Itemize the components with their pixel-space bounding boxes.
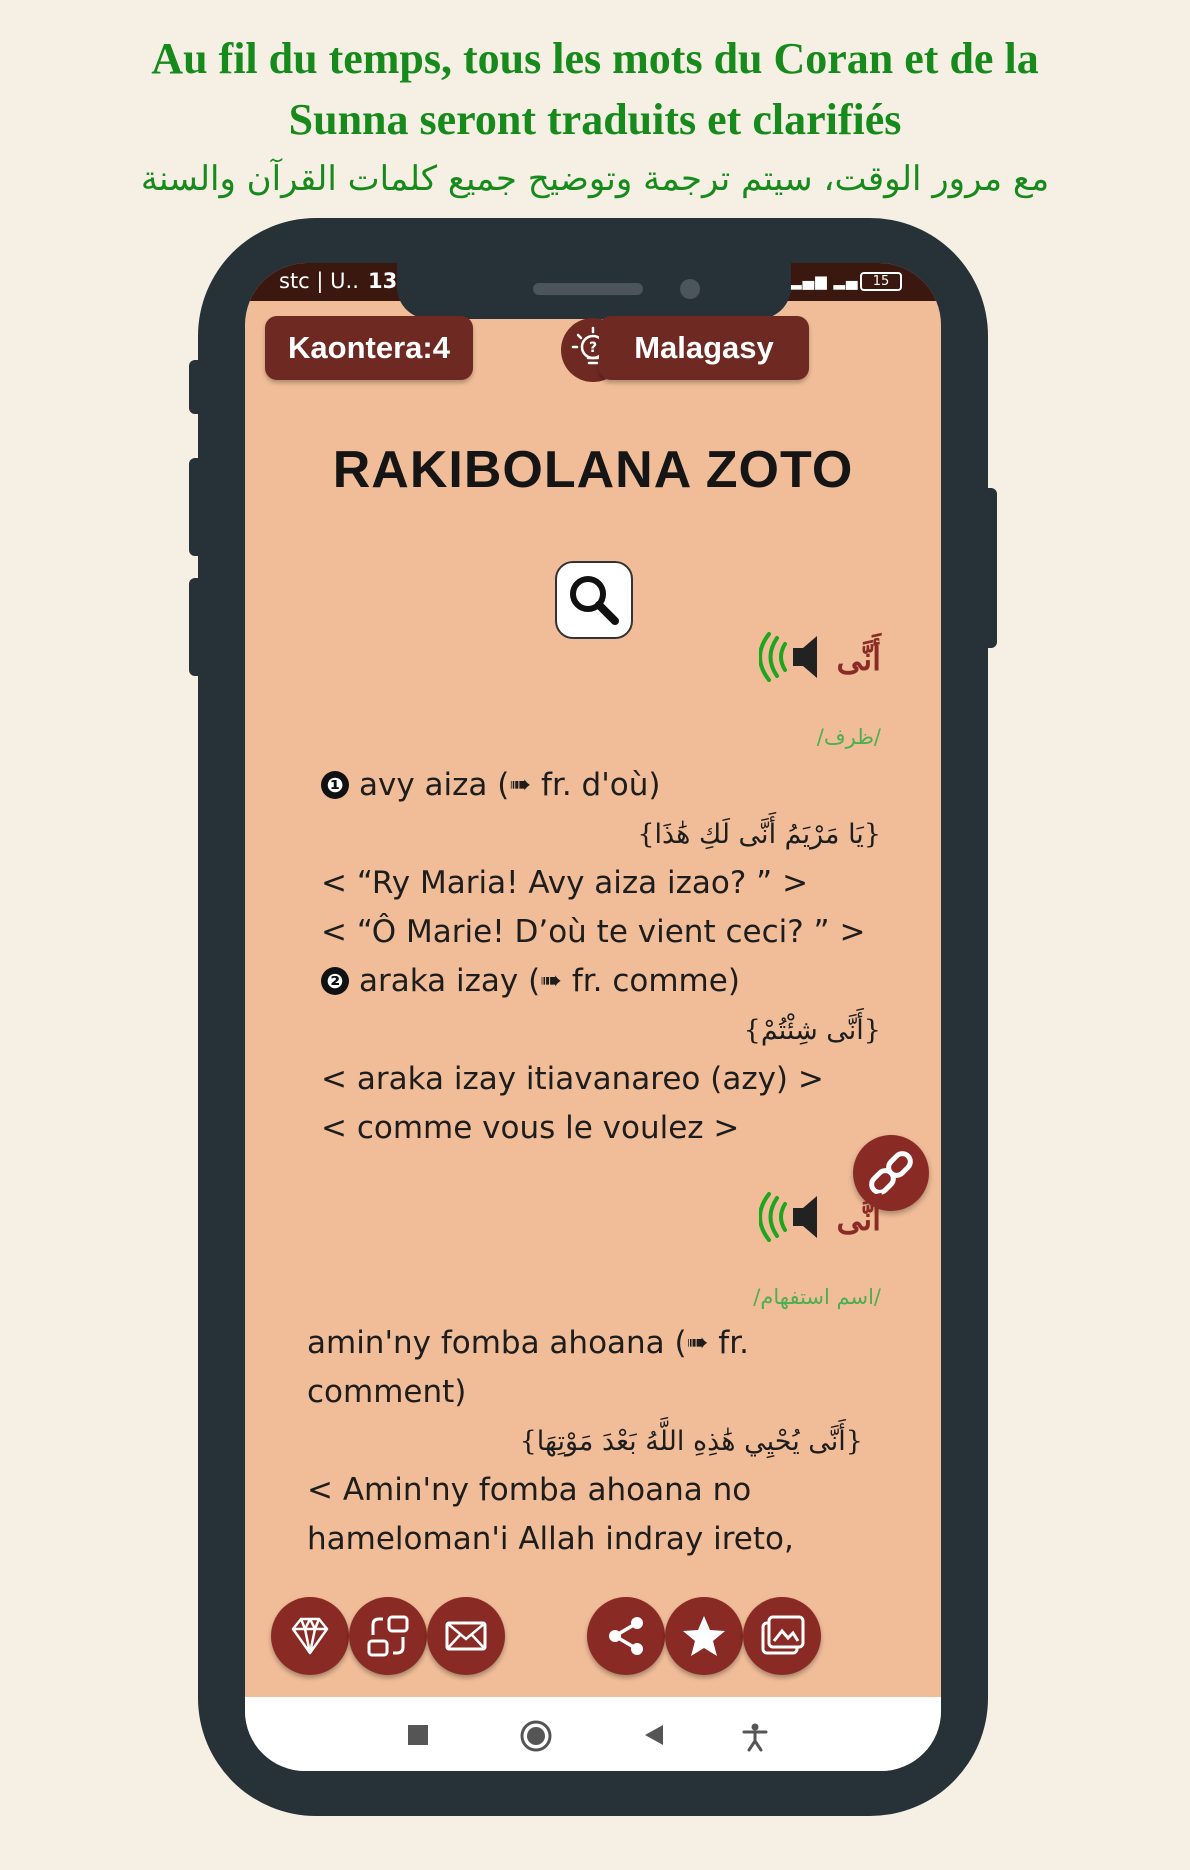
entry-definition: amin'ny fomba ahoana (➠ fr. comment) {أَ… [307,1319,863,1564]
sense-line: amin'ny fomba ahoana (➠ fr. comment) [307,1319,863,1417]
example-french: < “Ô Marie! D’où te vient ceci? ” > [321,914,866,950]
example-arabic: {يَا مَرْيَمُ أَنَّى لَكِ هَٰذَا} [637,819,881,850]
entry-type: /ظرف/ [816,725,881,749]
contact-button[interactable] [427,1597,505,1675]
arrow-icon: ➠ [686,1328,709,1358]
phone-side-button [189,360,205,414]
sense-text: araka izay ( [359,963,541,999]
example-arabic: {أَنَّى شِئْتُمْ} [743,1015,881,1046]
sense-french: fr. comme) [561,963,740,999]
premium-button[interactable] [271,1597,349,1675]
share-button[interactable] [587,1597,665,1675]
arrow-icon: ➠ [540,966,562,996]
camera-notch [397,263,791,319]
bottom-action-bar [245,1577,941,1697]
swap-icon [367,1615,409,1657]
recents-icon[interactable] [405,1722,431,1748]
entry-header: أَنَّى [757,1191,881,1247]
entry-type: /اسم استفهام/ [753,1285,881,1309]
home-icon[interactable] [519,1719,553,1753]
arrow-icon: ➠ [509,770,532,800]
headline-french-line-2: Sunna seront traduits et clarifiés [288,95,902,144]
phone-screen: stc | U.. 13 ▂▄▆ ▂▄ 15 Kaontera:4 ? Mala… [245,263,941,1771]
status-carrier: stc | U.. [279,269,359,293]
phone-volume-up [189,458,205,556]
status-time: 13 [368,269,398,293]
battery-level: 15 [872,274,890,289]
example-french: < comme vous le voulez > [321,1110,740,1146]
favorite-button[interactable] [665,1597,743,1675]
sense-number: ❷ [321,967,349,995]
switch-button[interactable] [349,1597,427,1675]
counter-button[interactable]: Kaontera:4 [265,316,473,380]
headline-arabic: مع مرور الوقت، سيتم ترجمة وتوضيح جميع كل… [140,159,1050,199]
share-icon [609,1617,643,1655]
example-malagasy: < Amin'ny fomba ahoana no hameloman'i Al… [307,1472,794,1557]
sense-text: amin'ny fomba ahoana ( [307,1325,687,1361]
earpiece-speaker [533,283,643,295]
gallery-button[interactable] [743,1597,821,1675]
sense-french: fr. d'où) [531,767,661,803]
example-malagasy: < araka izay itiavanareo (azy) > [321,1061,824,1097]
android-nav-bar [245,1697,941,1771]
battery-icon: 15 [860,272,902,291]
star-icon [683,1616,725,1656]
speaker-icon[interactable] [757,632,819,686]
page-title: RAKIBOLANA ZOTO [332,441,854,499]
entry-header: أَنَّى [757,631,881,687]
example-arabic: {أَنَّى يُحْيِي هَٰذِهِ اللَّهُ بَعْدَ م… [519,1426,863,1457]
accessibility-icon[interactable] [741,1722,769,1752]
diamond-icon [291,1617,329,1655]
search-button[interactable] [555,561,633,639]
language-button[interactable]: Malagasy [599,316,809,380]
speaker-icon[interactable] [757,1192,819,1246]
promo-headline: Au fil du temps, tous les mots du Coran … [0,28,1190,208]
entry-word: أَنَّى [836,1200,881,1238]
phone-volume-down [189,578,205,676]
headline-french-line-1: Au fil du temps, tous les mots du Coran … [151,34,1039,83]
sense-text: avy aiza ( [359,767,510,803]
sense-number: ❶ [321,771,349,799]
phone-power-button [981,488,997,648]
sense-line: ❷ araka izay (➠ fr. comme) [321,957,881,1006]
back-icon[interactable] [641,1722,667,1748]
search-icon [570,576,619,625]
entry-word: أَنَّى [836,640,881,678]
phone-frame: stc | U.. 13 ▂▄▆ ▂▄ 15 Kaontera:4 ? Mala… [189,218,997,1816]
signal-icon: ▂▄▆ ▂▄ [790,272,859,290]
entry-definition: ❶ avy aiza (➠ fr. d'où) {يَا مَرْيَمُ أَن… [321,761,881,1153]
front-camera [680,279,700,299]
svg-text:?: ? [589,340,597,356]
gallery-icon [761,1615,805,1655]
example-malagasy: < “Ry Maria! Avy aiza izao? ” > [321,865,809,901]
sense-line: ❶ avy aiza (➠ fr. d'où) [321,761,881,810]
mail-icon [445,1621,487,1651]
